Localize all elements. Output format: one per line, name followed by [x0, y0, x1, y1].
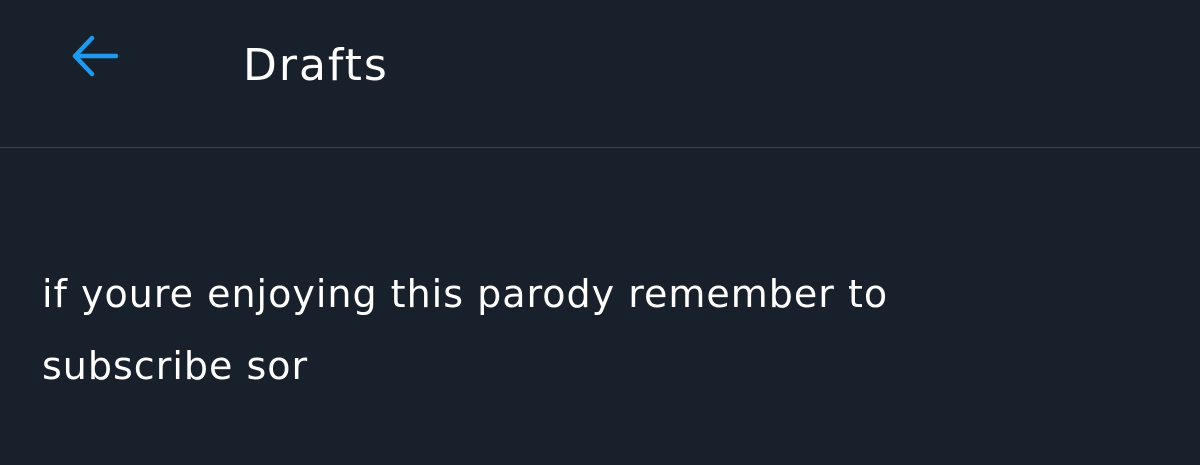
back-button[interactable] [56, 22, 132, 90]
arrow-left-icon [72, 35, 119, 77]
top-bar: Drafts [0, 0, 1200, 148]
draft-text[interactable]: if youre enjoying this parody remember t… [42, 258, 1042, 402]
page-title: Drafts [243, 40, 389, 91]
